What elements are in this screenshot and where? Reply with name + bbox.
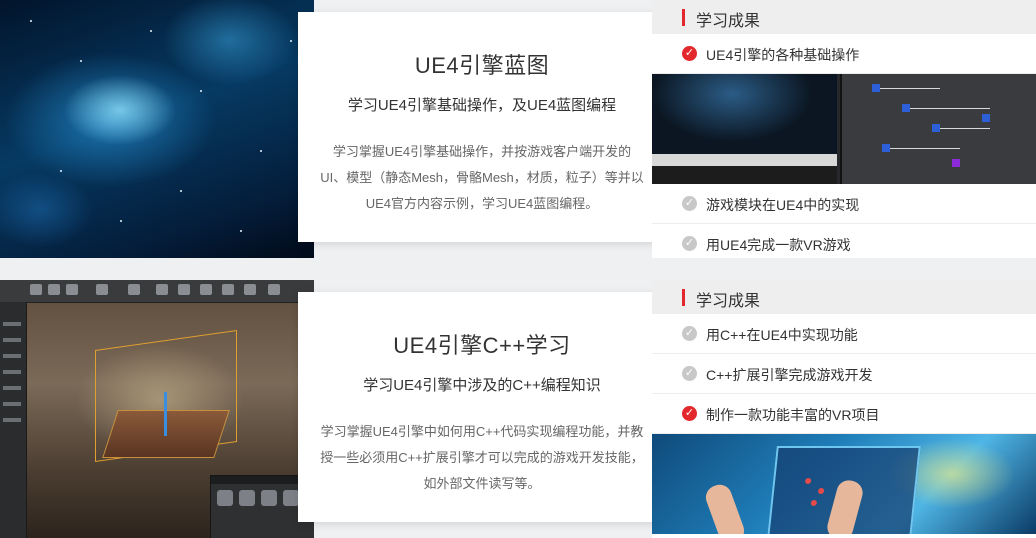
course-card: UE4引擎蓝图 学习UE4引擎基础操作，及UE4蓝图编程 学习掌握UE4引擎基础… xyxy=(298,12,666,242)
outcome-item: ✓ UE4引擎的各种基础操作 xyxy=(652,34,1036,74)
outcome-item: ✓ 用C++在UE4中实现功能 xyxy=(652,314,1036,354)
ue4-editor-image xyxy=(0,280,314,538)
outcome-label: UE4引擎的各种基础操作 xyxy=(706,47,860,63)
outcomes-title: 学习成果 xyxy=(696,293,761,310)
outcomes-header: 学习成果 xyxy=(652,0,1036,34)
outcomes-title: 学习成果 xyxy=(696,13,761,30)
vr-interaction-image xyxy=(652,434,1036,534)
outcome-label: 用C++在UE4中实现功能 xyxy=(706,327,858,343)
course-title: UE4引擎蓝图 xyxy=(414,53,550,78)
outcome-label: C++扩展引擎完成游戏开发 xyxy=(706,367,873,383)
check-circle-icon: ✓ xyxy=(682,196,697,211)
course-description: 学习掌握UE4引擎中如何用C++代码实现编程功能，并教授一些必须用C++扩展引擎… xyxy=(320,424,644,491)
outcome-label: 制作一款功能丰富的VR项目 xyxy=(706,407,880,423)
check-circle-icon: ✓ xyxy=(682,366,697,381)
accent-bar xyxy=(682,289,685,306)
outcomes-panel: 学习成果 ✓ UE4引擎的各种基础操作 ✓ 游戏模块在UE4中的实现 ✓ 用UE… xyxy=(652,0,1036,258)
outcome-label: 用UE4完成一款VR游戏 xyxy=(706,237,851,253)
outcome-item: ✓ C++扩展引擎完成游戏开发 xyxy=(652,354,1036,394)
outcome-item: ✓ 游戏模块在UE4中的实现 xyxy=(652,184,1036,224)
blueprint-editor-image xyxy=(652,74,1036,184)
outcome-item: ✓ 用UE4完成一款VR游戏 xyxy=(652,224,1036,258)
check-circle-icon: ✓ xyxy=(682,406,697,421)
check-circle-icon: ✓ xyxy=(682,236,697,251)
course-title: UE4引擎C++学习 xyxy=(393,333,571,358)
galaxy-image xyxy=(0,0,314,258)
course-card: UE4引擎C++学习 学习UE4引擎中涉及的C++编程知识 学习掌握UE4引擎中… xyxy=(298,292,666,522)
accent-bar xyxy=(682,9,685,26)
course-subtitle: 学习UE4引擎基础操作，及UE4蓝图编程 xyxy=(347,97,617,114)
outcome-label: 游戏模块在UE4中的实现 xyxy=(706,197,860,213)
outcome-item: ✓ 制作一款功能丰富的VR项目 xyxy=(652,394,1036,434)
course-description: 学习掌握UE4引擎基础操作，并按游戏客户端开发的UI、模型（静态Mesh，骨骼M… xyxy=(320,144,644,211)
check-circle-icon: ✓ xyxy=(682,326,697,341)
outcomes-header: 学习成果 xyxy=(652,280,1036,314)
course-section-blueprint: UE4引擎蓝图 学习UE4引擎基础操作，及UE4蓝图编程 学习掌握UE4引擎基础… xyxy=(0,0,1036,258)
course-subtitle: 学习UE4引擎中涉及的C++编程知识 xyxy=(363,377,601,394)
outcomes-panel: 学习成果 ✓ 用C++在UE4中实现功能 ✓ C++扩展引擎完成游戏开发 ✓ 制… xyxy=(652,280,1036,538)
course-section-cpp: UE4引擎C++学习 学习UE4引擎中涉及的C++编程知识 学习掌握UE4引擎中… xyxy=(0,280,1036,538)
check-circle-icon: ✓ xyxy=(682,46,697,61)
